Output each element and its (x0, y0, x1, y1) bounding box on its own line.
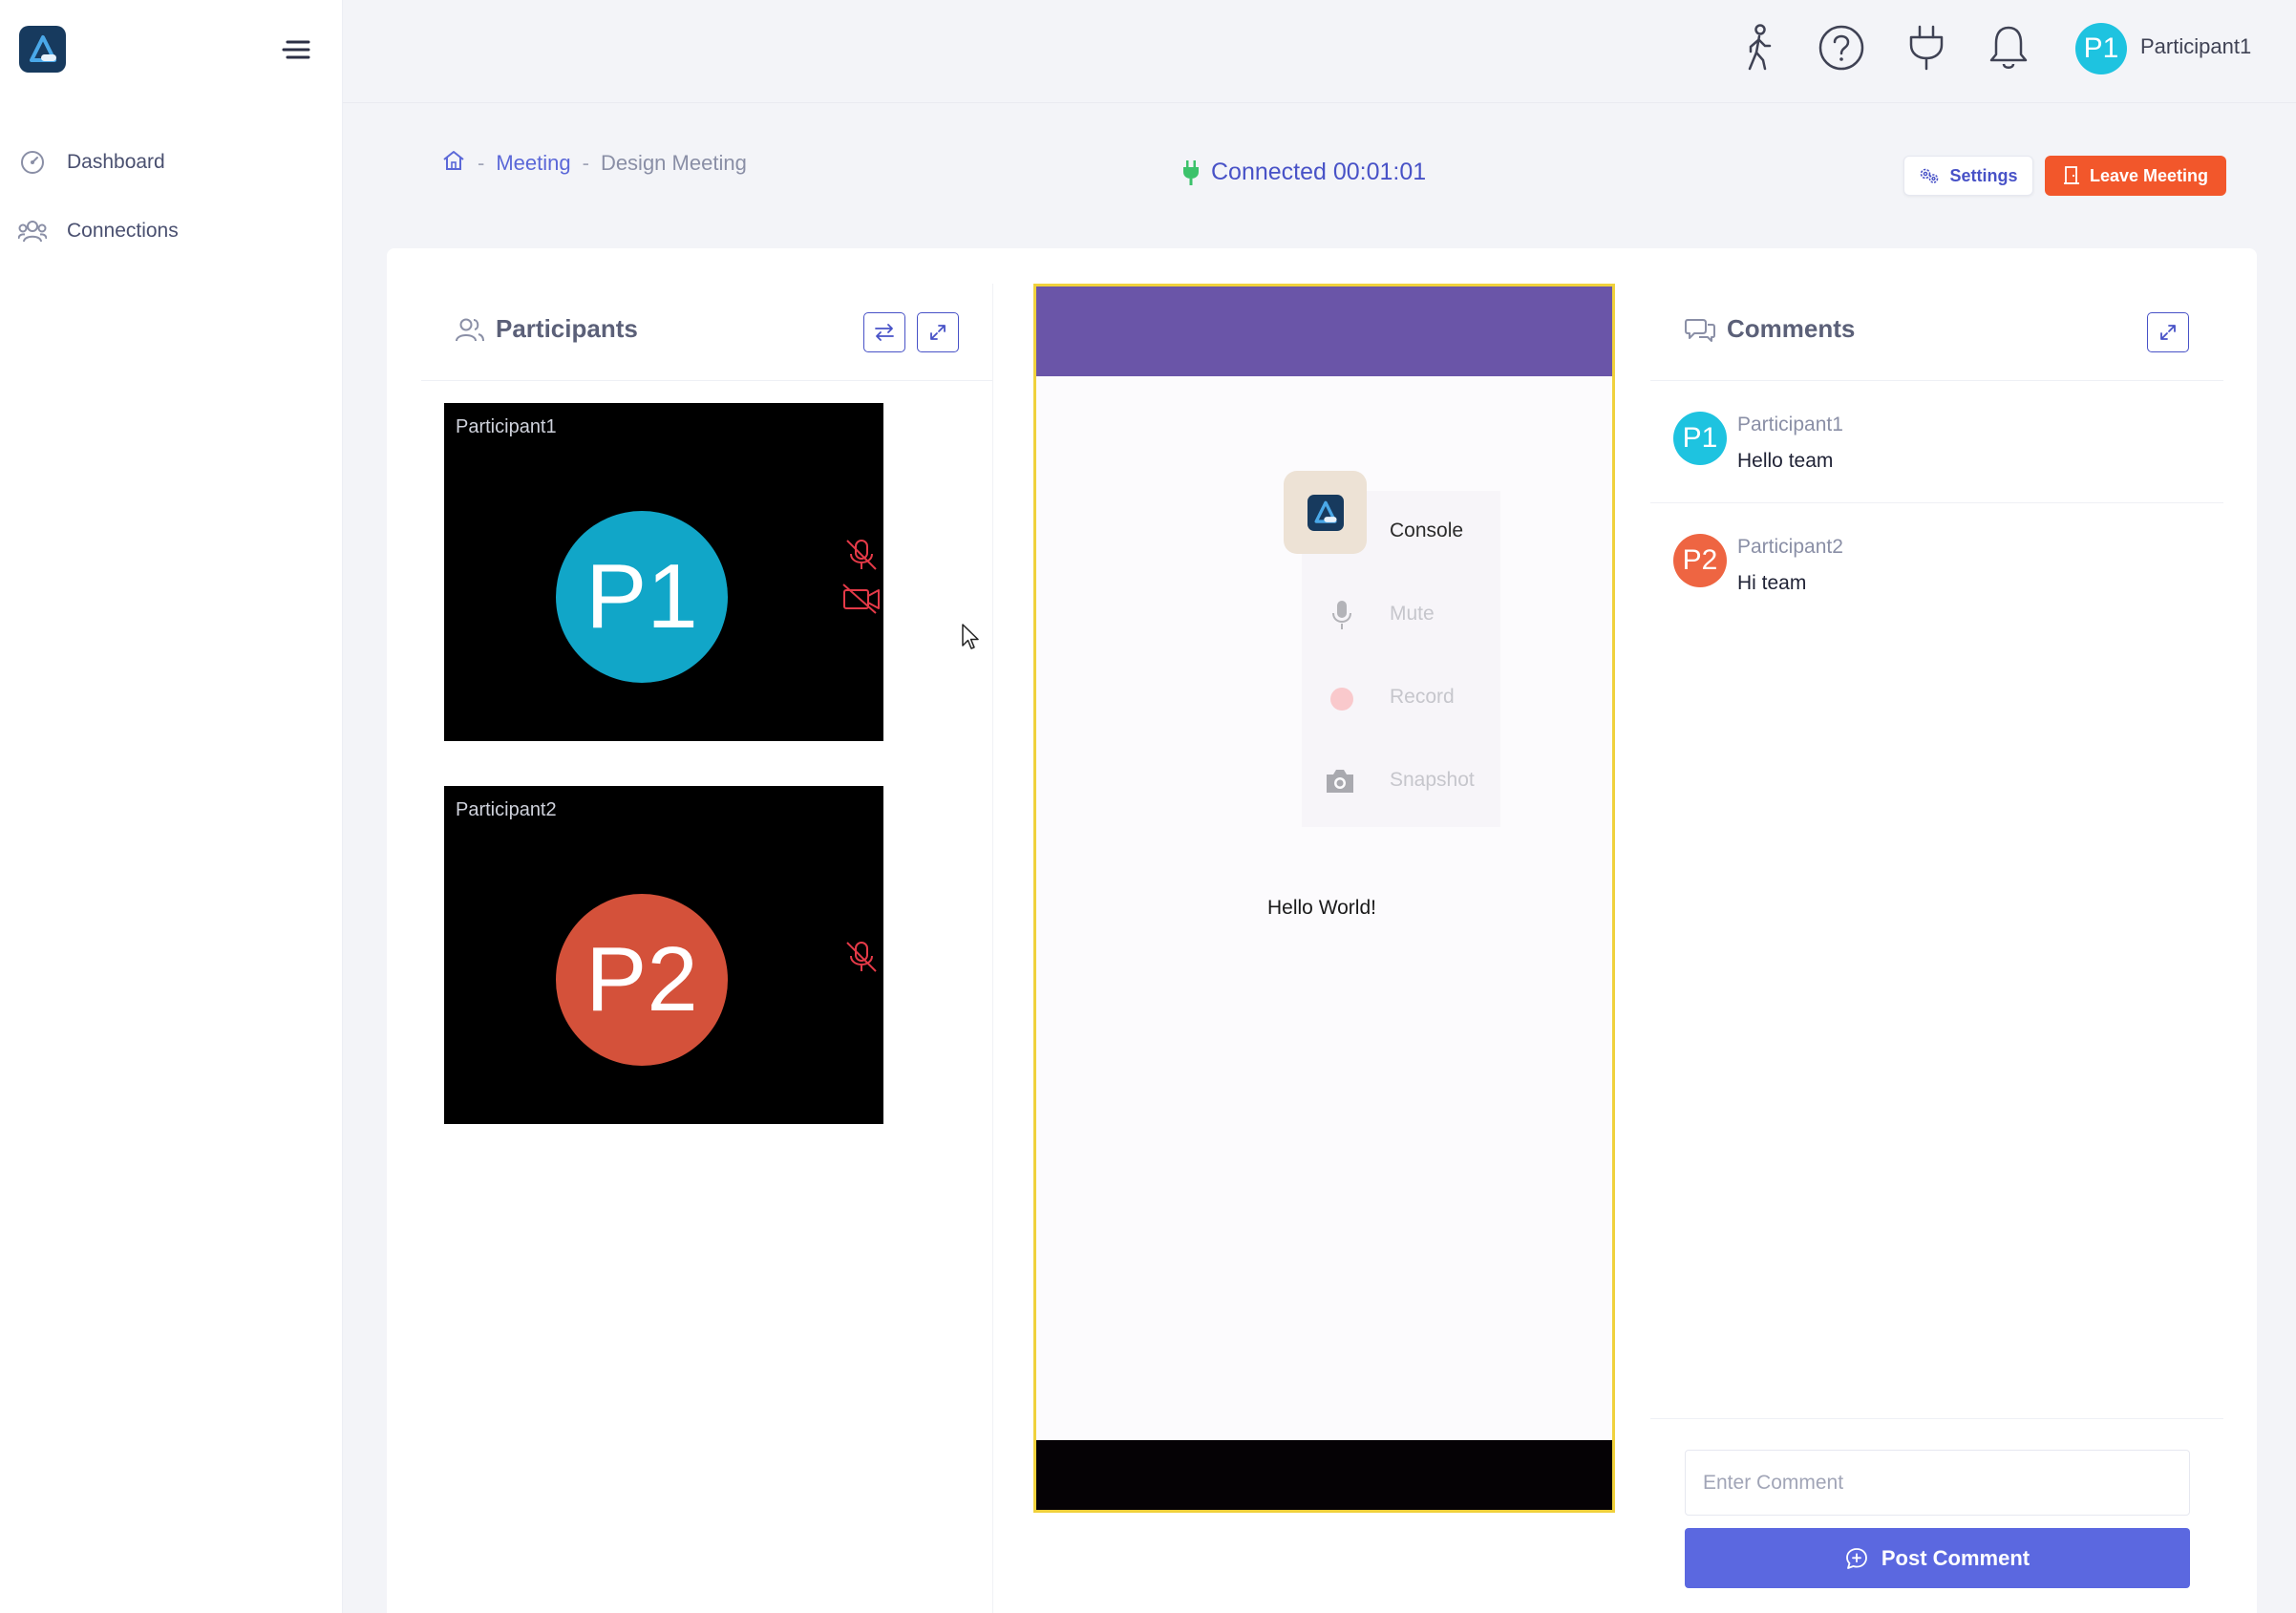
device-preview[interactable]: Console Mute Record Snapshot Hello World… (1033, 284, 1615, 1513)
gears-icon (1921, 168, 1939, 183)
menu-item-snapshot[interactable]: Snapshot (1390, 769, 1475, 792)
chat-plus-icon (1845, 1547, 1867, 1569)
logo-mark-icon (1313, 500, 1337, 523)
breadcrumb: - Meeting - Design Meeting (441, 149, 747, 178)
settings-button[interactable]: Settings (1903, 156, 2033, 196)
bell-icon[interactable] (1982, 21, 2035, 74)
sidebar: Dashboard Connections (0, 0, 343, 1613)
comment-input[interactable] (1685, 1450, 2190, 1516)
breadcrumb-separator: - (582, 151, 589, 175)
expand-diagonal-icon (930, 325, 946, 340)
door-exit-icon (2063, 166, 2079, 184)
sidebar-toggle-button[interactable] (277, 34, 315, 65)
menu-item-mute[interactable]: Mute (1390, 603, 1435, 626)
participants-title: Participants (456, 314, 638, 344)
breadcrumb-separator: - (478, 151, 485, 175)
participant-tile-name: Participant1 (456, 416, 557, 437)
device-content-text: Hello World! (1267, 897, 1376, 919)
record-dot-icon (1325, 682, 1359, 716)
sidebar-item-label: Dashboard (67, 151, 165, 173)
home-icon[interactable] (441, 149, 466, 178)
swap-layout-button[interactable] (863, 312, 905, 352)
participant-tile[interactable]: Participant2 P2 (444, 786, 883, 1124)
expand-diagonal-icon (2160, 325, 2176, 340)
connection-status: Connected 00:01:01 (1182, 159, 1426, 186)
user-name[interactable]: Participant1 (2140, 34, 2251, 59)
camera-icon (1323, 764, 1357, 798)
comment-avatar: P2 (1673, 534, 1727, 587)
leave-meeting-button[interactable]: Leave Meeting (2045, 156, 2226, 196)
comment-item: P1 Participant1 Hello team (1650, 381, 2223, 503)
comments-divider (1650, 1418, 2223, 1419)
participant-tile[interactable]: Participant1 P1 (444, 403, 883, 741)
dashboard-gauge-icon (17, 147, 48, 178)
chat-bubbles-icon (1685, 318, 1715, 342)
comment-text: Hello team (1737, 450, 1834, 472)
sidebar-item-dashboard[interactable]: Dashboard (17, 141, 323, 183)
top-header: P1 Participant1 (343, 0, 2296, 103)
device-nav-bar (1036, 1440, 1612, 1510)
swap-arrows-icon (875, 324, 894, 341)
menu-lines-icon (282, 40, 310, 59)
participant-avatar: P2 (556, 894, 728, 1066)
menu-item-console[interactable]: Console (1390, 520, 1463, 542)
breadcrumb-meeting-link[interactable]: Meeting (496, 151, 570, 176)
participants-panel-header: Participants (421, 284, 992, 381)
video-off-icon (842, 584, 880, 614)
mic-muted-icon (846, 540, 877, 570)
comment-text: Hi team (1737, 572, 1807, 594)
comments-panel-header: Comments (1650, 284, 2223, 381)
comment-avatar: P1 (1673, 412, 1727, 465)
participant-avatar: P1 (556, 511, 728, 683)
app-logo[interactable] (19, 26, 66, 73)
expand-comments-button[interactable] (2147, 312, 2189, 352)
menu-item-record[interactable]: Record (1390, 686, 1455, 709)
connection-status-text: Connected 00:01:01 (1211, 159, 1427, 185)
plug-connected-icon (1183, 159, 1199, 185)
sidebar-item-connections[interactable]: Connections (17, 210, 323, 252)
users-icon (17, 216, 48, 246)
expand-participants-button[interactable] (917, 312, 959, 352)
walking-person-icon[interactable] (1733, 21, 1786, 74)
comments-title: Comments (1685, 314, 1855, 344)
console-app-icon[interactable] (1284, 471, 1367, 554)
user-avatar[interactable]: P1 (2075, 23, 2127, 74)
users-icon (456, 318, 484, 341)
device-status-bar (1036, 287, 1612, 376)
plug-icon[interactable] (1900, 21, 1953, 74)
comment-item: P2 Participant2 Hi team (1650, 503, 2223, 626)
post-comment-button[interactable]: Post Comment (1685, 1528, 2190, 1588)
comment-author: Participant1 (1737, 414, 1843, 435)
mic-muted-icon (846, 942, 877, 972)
help-circle-icon[interactable] (1815, 21, 1868, 74)
mouse-cursor-icon (962, 624, 979, 649)
breadcrumb-current: Design Meeting (600, 151, 747, 175)
logo-mark-icon (29, 34, 56, 62)
comment-author: Participant2 (1737, 536, 1843, 558)
sidebar-item-label: Connections (67, 220, 179, 242)
microphone-icon (1325, 598, 1359, 632)
participant-tile-name: Participant2 (456, 799, 557, 820)
